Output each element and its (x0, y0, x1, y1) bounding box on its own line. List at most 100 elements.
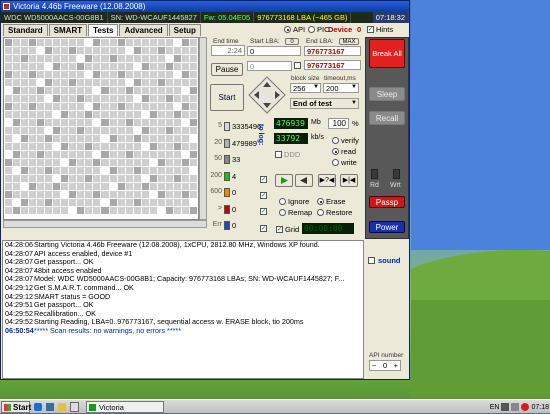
block-cell (109, 47, 117, 54)
block-cell (189, 111, 197, 118)
block-cell (13, 103, 21, 110)
timeout-select[interactable]: 200 ▼ (323, 83, 359, 93)
sleep-button[interactable]: Sleep (369, 87, 405, 101)
decrement-icon[interactable]: − (372, 361, 376, 370)
block-cell (109, 119, 117, 126)
tab-smart[interactable]: SMART (48, 24, 88, 36)
block-cell (141, 135, 149, 142)
pio-radio[interactable] (308, 26, 315, 33)
block-cell (157, 167, 165, 174)
restore-radio[interactable] (317, 209, 324, 216)
block-cell (53, 119, 61, 126)
recall-button[interactable]: Recall (369, 111, 405, 125)
block-cell (45, 159, 53, 166)
erase-radio[interactable] (317, 198, 324, 205)
block-cell (181, 191, 189, 198)
block-cell (141, 87, 149, 94)
start-button[interactable]: Start (1, 401, 31, 413)
end-of-test-select[interactable]: End of test ▼ (290, 98, 359, 109)
block-cell (125, 47, 133, 54)
tab-standard[interactable]: Standard (3, 24, 48, 36)
end-time-field[interactable]: 2:24 (211, 45, 245, 56)
end-lba-max-button[interactable]: MAX (339, 38, 359, 45)
back-button[interactable] (295, 174, 313, 187)
direction-pad[interactable] (248, 76, 286, 114)
start-lba-field[interactable]: 0 (247, 46, 301, 56)
block-cell (189, 63, 197, 70)
block-cell (189, 47, 197, 54)
block-map-hscroll[interactable] (3, 220, 207, 228)
api-radio[interactable] (284, 26, 291, 33)
block-cell (37, 47, 45, 54)
block-cell (37, 127, 45, 134)
block-cell (45, 47, 53, 54)
block-cell (93, 79, 101, 86)
terminal-icon[interactable] (46, 403, 54, 411)
document-icon[interactable] (70, 402, 79, 412)
end-lba-field-2[interactable]: 976773167 (304, 60, 361, 70)
restore-label: Restore (326, 208, 353, 217)
power-button[interactable]: Power (369, 221, 405, 233)
block-map-vscroll[interactable] (199, 37, 207, 220)
ie-icon[interactable] (34, 403, 42, 411)
block-cell (189, 119, 197, 126)
title-bar[interactable]: Victoria 4.46b Freeware (12.08.2008) (1, 1, 409, 12)
read-radio[interactable] (332, 148, 339, 155)
block-cell (189, 167, 197, 174)
block-cell (189, 151, 197, 158)
drive-lba: 976773168 LBA (~465 GB) (254, 12, 352, 23)
block-cell (13, 79, 21, 86)
break-all-button[interactable]: Break All (369, 39, 405, 68)
hints-checkbox[interactable]: ✓ (367, 26, 374, 33)
lba-lock-checkbox[interactable] (294, 62, 301, 69)
play-button[interactable] (275, 174, 293, 187)
current-lba-field: 0 (247, 61, 292, 71)
block-cell (69, 151, 77, 158)
log-time: 06:50:54 (5, 325, 34, 335)
volume-icon[interactable] (511, 403, 520, 411)
start-lba-zero-button[interactable]: 0 (285, 38, 299, 45)
block-cell (61, 191, 69, 198)
start-button[interactable]: Start (210, 84, 244, 111)
block-cell (5, 143, 13, 150)
block-cell (125, 207, 133, 214)
log-err-checkbox[interactable]: ✓ (260, 225, 267, 232)
passp-button[interactable]: Passp (369, 196, 405, 208)
security-icon[interactable] (521, 403, 530, 411)
folder-icon[interactable] (58, 403, 66, 411)
end-lba-field[interactable]: 976773167 (304, 46, 361, 56)
tab-setup[interactable]: Setup (168, 24, 201, 36)
language-indicator[interactable]: EN (490, 404, 500, 411)
tab-tests[interactable]: Tests (88, 24, 119, 36)
block-cell (61, 151, 69, 158)
ddd-checkbox[interactable] (275, 151, 282, 158)
block-cell (85, 199, 93, 206)
log-600-checkbox[interactable]: ✓ (260, 192, 267, 199)
pause-button[interactable]: Pause (211, 63, 243, 76)
log-over-checkbox[interactable]: ✓ (260, 208, 267, 215)
block-cell (125, 95, 133, 102)
taskbar-task-victoria[interactable]: Victoria (86, 401, 164, 413)
block-cell (109, 127, 117, 134)
grid-checkbox[interactable]: ✓ (276, 226, 283, 233)
block-cell (165, 119, 173, 126)
block-cell (37, 191, 45, 198)
log-200-checkbox[interactable]: ✓ (260, 176, 267, 183)
sound-checkbox[interactable] (368, 257, 375, 264)
end-button[interactable]: ▶|◀ (340, 174, 358, 187)
block-cell (133, 151, 141, 158)
api-number-spinner[interactable]: − 0 + (369, 360, 401, 371)
block-cell (93, 135, 101, 142)
write-radio[interactable] (332, 159, 339, 166)
network-icon[interactable] (501, 403, 510, 411)
api-number-value: 0 (383, 361, 388, 370)
tab-advanced[interactable]: Advanced (119, 24, 168, 36)
block-size-select[interactable]: 256 ▼ (290, 83, 321, 93)
block-cell (45, 119, 53, 126)
remap-radio[interactable] (279, 209, 286, 216)
verify-radio[interactable] (332, 137, 339, 144)
increment-icon[interactable]: + (394, 361, 398, 370)
ignore-radio[interactable] (279, 198, 286, 205)
skip-button[interactable]: ▶?◀ (318, 174, 336, 187)
device-value[interactable]: 0 (357, 25, 361, 34)
